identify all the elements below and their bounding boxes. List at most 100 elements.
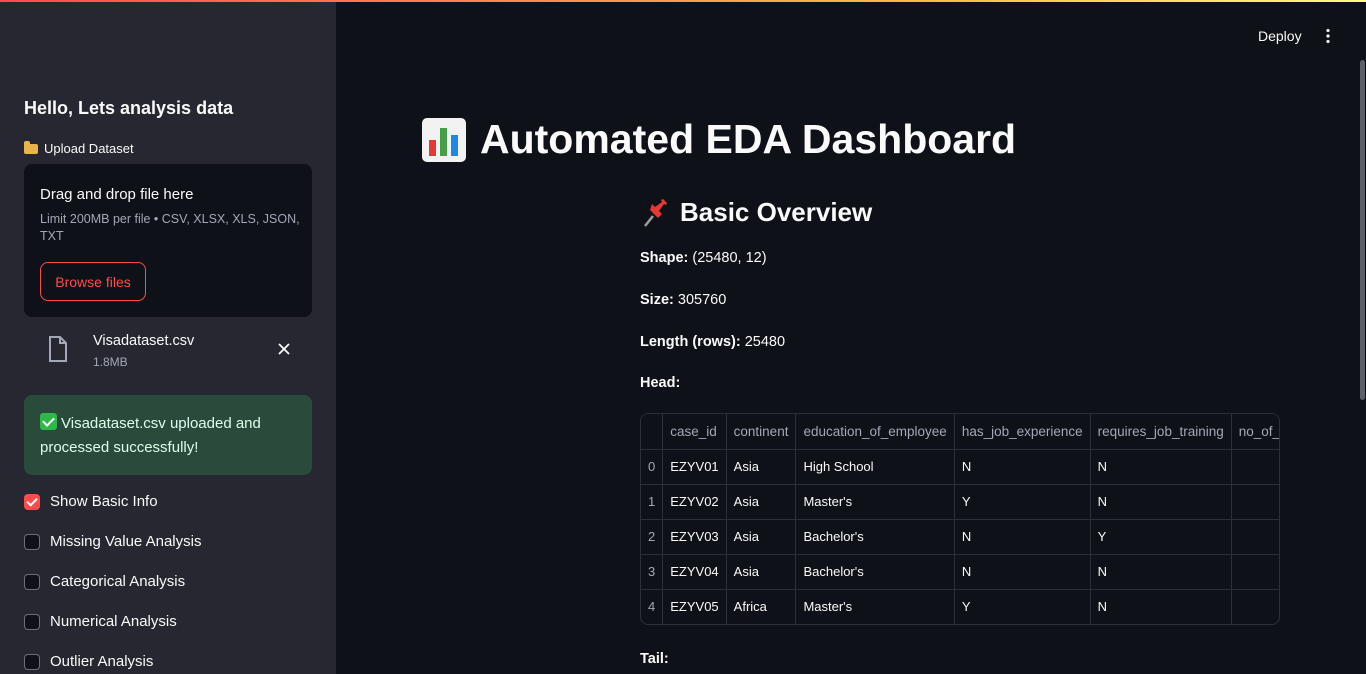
- checkbox-label: Categorical Analysis: [50, 573, 186, 590]
- head-label: Head:: [640, 375, 680, 391]
- table-cell: Bachelor's: [795, 519, 955, 555]
- head-table[interactable]: case_id continent education_of_employee …: [640, 413, 1280, 625]
- table-cell: Africa: [726, 589, 797, 624]
- success-alert: Visadataset.csv uploaded and processed s…: [24, 395, 312, 475]
- deploy-button[interactable]: Deploy: [1248, 26, 1312, 46]
- table-cell: N: [1090, 449, 1232, 485]
- length-label: Length (rows):: [640, 334, 741, 350]
- shape-label: Shape:: [640, 250, 689, 266]
- checkbox-missing-value-analysis[interactable]: Missing Value Analysis: [24, 533, 201, 550]
- length-value: 25480: [744, 334, 786, 350]
- table-row: 3 EZYV04 Asia Bachelor's N N: [641, 554, 1279, 590]
- length-info: Length (rows): 25480: [640, 334, 785, 350]
- table-cell: Asia: [726, 449, 797, 485]
- dropzone-title: Drag and drop file here: [40, 186, 194, 203]
- table-cell: Master's: [795, 484, 955, 520]
- table-cell-index: 2: [641, 519, 664, 555]
- bar-chart-icon: [422, 117, 466, 162]
- close-icon[interactable]: [276, 341, 292, 357]
- column-header-education[interactable]: education_of_employee: [795, 414, 955, 450]
- table-cell: Asia: [726, 484, 797, 520]
- check-icon: [40, 413, 57, 430]
- tail-label: Tail:: [640, 651, 669, 667]
- table-cell: N: [954, 449, 1091, 485]
- table-cell: Master's: [795, 589, 955, 624]
- table-cell: N: [1090, 484, 1232, 520]
- table-cell: Asia: [726, 554, 797, 590]
- sidebar: Hello, Lets analysis data Upload Dataset…: [0, 2, 336, 674]
- checkbox-icon[interactable]: [24, 533, 40, 550]
- column-header-job-training[interactable]: requires_job_training: [1090, 414, 1232, 450]
- upload-label-text: Upload Dataset: [44, 141, 134, 156]
- table-cell: EZYV02: [662, 484, 727, 520]
- uploaded-file-row: Visadataset.csv 1.8MB: [24, 328, 312, 374]
- section-title: Basic Overview: [640, 197, 872, 228]
- checkbox-icon[interactable]: [24, 653, 40, 670]
- checkbox-label: Numerical Analysis: [50, 613, 177, 630]
- size-info: Size: 305760: [640, 292, 726, 308]
- head-label-text: Head:: [640, 375, 681, 391]
- file-icon: [49, 336, 67, 362]
- column-header-no-of-employees[interactable]: no_of_employees: [1231, 414, 1279, 450]
- table-cell: [1231, 519, 1279, 555]
- checkbox-outlier-analysis[interactable]: Outlier Analysis: [24, 653, 153, 670]
- table-header-row: case_id continent education_of_employee …: [641, 414, 1279, 450]
- dropzone-limit: Limit 200MB per file • CSV, XLSX, XLS, J…: [40, 212, 300, 243]
- table-cell-index: 4: [641, 589, 664, 624]
- checkbox-numerical-analysis[interactable]: Numerical Analysis: [24, 613, 177, 630]
- table-cell: N: [1090, 554, 1232, 590]
- checkbox-icon[interactable]: [24, 493, 40, 510]
- table-cell: [1231, 449, 1279, 485]
- column-header-case-id[interactable]: case_id: [662, 414, 727, 450]
- table-cell: EZYV03: [662, 519, 727, 555]
- table-row: 0 EZYV01 Asia High School N N: [641, 449, 1279, 485]
- table-cell: N: [954, 554, 1091, 590]
- column-header-continent[interactable]: continent: [726, 414, 797, 450]
- main-scrollbar[interactable]: [1360, 60, 1365, 400]
- section-title-text: Basic Overview: [680, 197, 873, 227]
- checkbox-categorical-analysis[interactable]: Categorical Analysis: [24, 573, 185, 590]
- table-cell: N: [1090, 589, 1232, 624]
- table-cell: Y: [1090, 519, 1232, 555]
- pushpin-icon: [644, 198, 667, 227]
- table-row: 1 EZYV02 Asia Master's Y N: [641, 484, 1279, 520]
- kebab-menu-icon[interactable]: [1320, 28, 1336, 44]
- shape-value: (25480, 12): [692, 250, 767, 266]
- uploaded-file-name: Visadataset.csv: [93, 333, 195, 349]
- table-cell: EZYV05: [662, 589, 727, 624]
- table-cell: [1231, 589, 1279, 624]
- table-cell: N: [954, 519, 1091, 555]
- sidebar-greeting: Hello, Lets analysis data: [24, 98, 234, 118]
- table-cell-index: 3: [641, 554, 664, 590]
- checkbox-show-basic-info[interactable]: Show Basic Info: [24, 493, 158, 510]
- shape-info: Shape: (25480, 12): [640, 250, 767, 266]
- column-header-index[interactable]: [641, 414, 664, 450]
- size-label: Size:: [640, 292, 674, 308]
- table-cell-index: 0: [641, 449, 664, 485]
- size-value: 305760: [677, 292, 727, 308]
- table-cell: Y: [954, 589, 1091, 624]
- table-row: 4 EZYV05 Africa Master's Y N: [641, 589, 1279, 624]
- page-title: Automated EDA Dashboard: [422, 116, 1016, 163]
- uploaded-file-size: 1.8MB: [93, 355, 128, 369]
- table-cell: EZYV01: [662, 449, 727, 485]
- table-cell: Y: [954, 484, 1091, 520]
- column-header-job-experience[interactable]: has_job_experience: [954, 414, 1091, 450]
- table-cell: Bachelor's: [795, 554, 955, 590]
- success-message: Visadataset.csv uploaded and processed s…: [40, 415, 261, 456]
- checkbox-label: Missing Value Analysis: [50, 533, 202, 550]
- checkbox-icon[interactable]: [24, 573, 40, 590]
- page-title-text: Automated EDA Dashboard: [480, 116, 1017, 162]
- table-cell: Asia: [726, 519, 797, 555]
- table-cell: [1231, 554, 1279, 590]
- folder-icon: [24, 140, 38, 154]
- browse-files-button[interactable]: Browse files: [40, 262, 146, 301]
- checkbox-label: Outlier Analysis: [50, 653, 154, 670]
- checkbox-icon[interactable]: [24, 613, 40, 630]
- file-dropzone[interactable]: Drag and drop file here Limit 200MB per …: [24, 164, 312, 317]
- upload-label: Upload Dataset: [24, 140, 134, 156]
- table-cell: EZYV04: [662, 554, 727, 590]
- table-cell: High School: [795, 449, 955, 485]
- checkbox-label: Show Basic Info: [50, 493, 158, 510]
- table-cell-index: 1: [641, 484, 664, 520]
